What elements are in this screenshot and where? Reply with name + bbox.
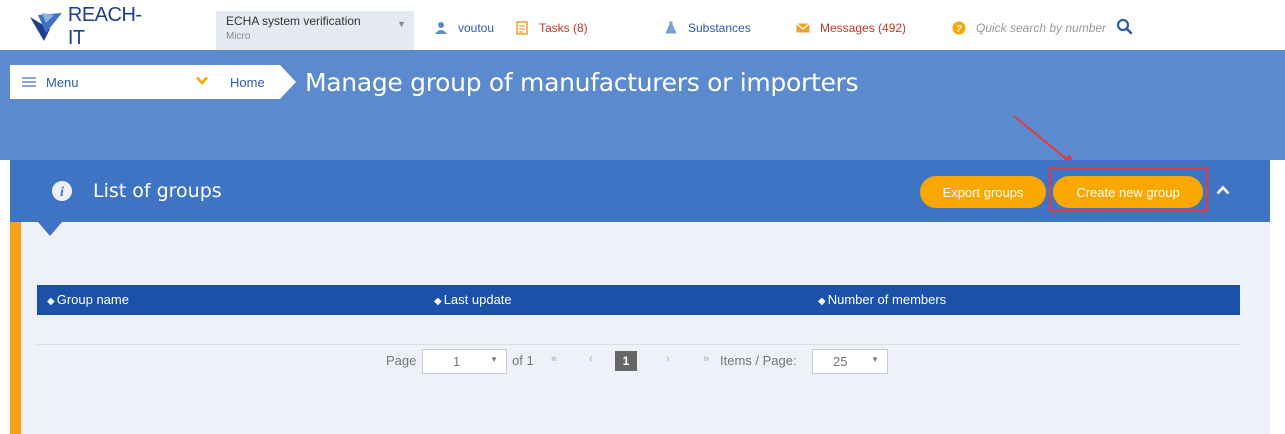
chevron-down-icon [196,76,208,85]
logo-text: REACH-IT [67,4,142,49]
nav-substances[interactable]: Substances [664,19,751,37]
previous-page-button[interactable]: ‹ [589,353,593,365]
first-page-button[interactable]: « [551,353,557,365]
column-header-label: Number of members [827,292,947,307]
tasks-icon [516,21,528,35]
column-header-label: Last update [443,292,512,307]
nav-user[interactable]: voutou [434,19,494,37]
column-header-label: Group name [56,292,129,307]
svg-text:i: i [60,185,64,200]
nav-messages-label: Messages (492) [820,21,907,35]
legal-entity-size: Micro [226,31,251,42]
menu-label: Menu [46,74,79,90]
sort-icon: ◆ [434,296,442,307]
chevron-up-icon[interactable] [1216,185,1230,195]
page-count-label: of 1 [512,353,534,368]
nav-substances-label: Substances [688,21,751,35]
quick-search-placeholder: Quick search by number [976,21,1107,35]
items-per-page-select[interactable]: 25 ▼ [812,349,888,374]
page-title: Manage group of manufacturers or importe… [305,68,859,97]
column-header-last-update[interactable]: ◆ Last update [434,285,512,315]
export-groups-button[interactable]: Export groups [920,176,1046,208]
page-label: Page [386,353,417,368]
breadcrumb-home[interactable]: Home [218,65,280,99]
caret-down-icon: ▼ [490,355,498,364]
quick-search-input[interactable]: ? Quick search by number [952,19,1106,37]
table-divider [37,344,1240,345]
logo-bird-icon [29,13,62,41]
nav-messages[interactable]: Messages (492) [796,19,906,37]
items-per-page-label: Items / Page: [720,353,797,368]
envelope-icon [796,23,810,33]
hamburger-icon [22,77,36,87]
sort-icon: ◆ [47,296,55,307]
page-select-value: 1 [453,354,461,369]
pagination: Page 1 ▼ of 1 « ‹ 1 › » Items / Page: 25… [0,349,1285,375]
annotation-highlight-box [1049,167,1208,212]
top-bar: REACH-IT ECHA system verification Micro … [0,0,1285,51]
nav-user-label: voutou [458,21,495,35]
reach-it-logo[interactable]: REACH-IT [28,4,158,49]
legal-entity-name: ECHA system verification [226,14,361,28]
column-header-group-name[interactable]: ◆ Group name [47,285,129,315]
svg-text:?: ? [956,24,962,35]
table-header: ◆ Group name ◆ Last update ◆ Number of memb… [37,285,1240,315]
breadcrumb-arrow [280,65,296,99]
nav-tasks-label: Tasks (8) [539,21,588,35]
legal-entity-selector[interactable]: ECHA system verification Micro ▼ [216,11,414,51]
menu-dropdown[interactable]: Menu [10,65,218,99]
help-icon: ? [952,21,966,35]
panel-accent-border [10,222,21,434]
panel-title: List of groups [93,180,222,202]
caret-down-icon: ▼ [871,355,879,364]
search-icon[interactable] [1116,18,1134,36]
page-select[interactable]: 1 ▼ [422,349,507,374]
next-page-button[interactable]: › [666,353,670,365]
panel-notch [38,222,62,236]
column-header-number-of-members[interactable]: ◆ Number of members [818,285,946,315]
info-icon: i [52,181,72,201]
sort-icon: ◆ [818,296,826,307]
current-page-button[interactable]: 1 [615,351,637,371]
flask-icon [665,21,677,34]
nav-tasks[interactable]: Tasks (8) [515,19,588,37]
caret-down-icon: ▼ [397,19,406,29]
items-per-page-value: 25 [833,354,848,369]
user-icon [435,22,447,34]
last-page-button[interactable]: » [703,353,709,365]
